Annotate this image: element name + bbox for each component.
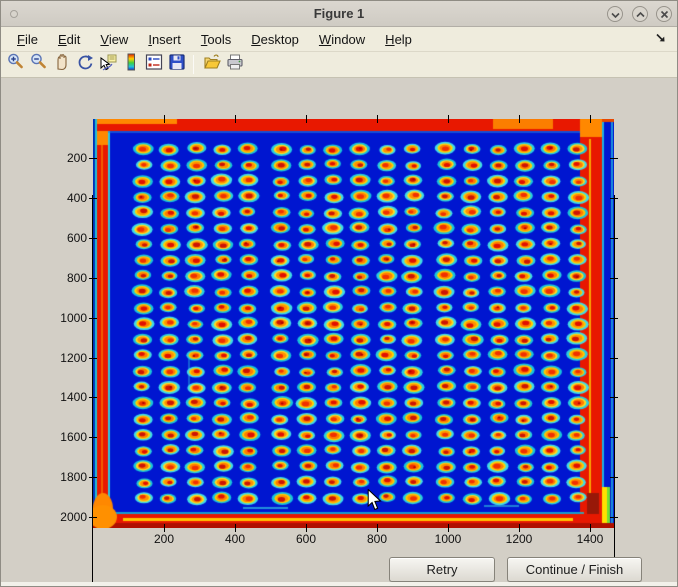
- x-tick-label: 1000: [424, 532, 472, 546]
- y-tick-label: 1000: [35, 310, 87, 326]
- y-tick-mark: [89, 278, 97, 279]
- y-tick-label: 200: [35, 150, 87, 166]
- insert-colorbar-button[interactable]: [119, 53, 142, 76]
- print-figure-icon: [225, 52, 245, 77]
- pan-button[interactable]: [50, 53, 73, 76]
- dock-figure-icon[interactable]: [656, 32, 667, 43]
- y-tick-mark: [89, 158, 97, 159]
- x-tick-label: 800: [353, 532, 401, 546]
- y-tick-mark-right: [610, 477, 618, 478]
- save-figure-icon: [167, 52, 187, 77]
- y-tick-label: 400: [35, 190, 87, 206]
- x-tick-label: 1400: [566, 532, 614, 546]
- figure-window: Figure 1 FileEditViewInsertToolsDesktopW…: [0, 0, 678, 587]
- y-tick-mark: [89, 358, 97, 359]
- pan-icon: [52, 52, 72, 77]
- y-tick-label: 800: [35, 270, 87, 286]
- open-file-icon: [202, 52, 222, 77]
- x-tick-mark-top: [306, 115, 307, 123]
- menu-tools[interactable]: Tools: [191, 29, 241, 50]
- x-tick-mark-top: [590, 115, 591, 123]
- y-tick-label: 1200: [35, 350, 87, 366]
- menubar: FileEditViewInsertToolsDesktopWindowHelp: [1, 27, 677, 51]
- x-tick-mark: [377, 524, 378, 532]
- y-tick-mark-right: [610, 517, 618, 518]
- y-tick-mark-right: [610, 397, 618, 398]
- retry-button-label: Retry: [426, 562, 457, 577]
- x-tick-label: 600: [282, 532, 330, 546]
- x-tick-mark: [164, 524, 165, 532]
- y-tick-mark-right: [610, 318, 618, 319]
- y-tick-mark: [89, 477, 97, 478]
- window-title: Figure 1: [1, 6, 677, 21]
- insert-legend-icon: [144, 52, 164, 77]
- x-tick-mark: [306, 524, 307, 532]
- retry-button[interactable]: Retry: [389, 557, 495, 582]
- continue-finish-button[interactable]: Continue / Finish: [507, 557, 642, 582]
- heatmap-image: [93, 119, 614, 528]
- chevron-down-icon: [608, 7, 622, 22]
- menu-insert[interactable]: Insert: [138, 29, 191, 50]
- y-tick-mark: [89, 318, 97, 319]
- y-tick-label: 2000: [35, 509, 87, 525]
- y-tick-mark: [89, 397, 97, 398]
- y-tick-mark: [89, 437, 97, 438]
- titlebar[interactable]: Figure 1: [1, 1, 677, 27]
- y-tick-mark: [89, 238, 97, 239]
- y-tick-mark-right: [610, 238, 618, 239]
- x-tick-mark: [519, 524, 520, 532]
- maximize-button[interactable]: [632, 6, 648, 22]
- close-button[interactable]: [656, 6, 672, 22]
- rotate-3d-icon: [75, 52, 95, 77]
- chevron-up-icon: [633, 7, 647, 22]
- menu-file[interactable]: File: [7, 29, 48, 50]
- y-tick-mark-right: [610, 358, 618, 359]
- x-tick-mark: [448, 524, 449, 532]
- zoom-in-button[interactable]: [4, 53, 27, 76]
- y-tick-mark-right: [610, 278, 618, 279]
- zoom-out-icon: [29, 52, 49, 77]
- menu-edit[interactable]: Edit: [48, 29, 90, 50]
- x-tick-mark-top: [377, 115, 378, 123]
- y-tick-label: 1800: [35, 469, 87, 485]
- y-tick-label: 1400: [35, 389, 87, 405]
- open-file-button[interactable]: [200, 53, 223, 76]
- zoom-in-icon: [6, 52, 26, 77]
- zoom-out-button[interactable]: [27, 53, 50, 76]
- x-tick-mark-top: [448, 115, 449, 123]
- y-tick-label: 600: [35, 230, 87, 246]
- save-figure-button[interactable]: [165, 53, 188, 76]
- insert-colorbar-icon: [121, 52, 141, 77]
- x-icon: [657, 7, 671, 22]
- y-tick-mark-right: [610, 198, 618, 199]
- x-tick-mark: [590, 524, 591, 532]
- x-tick-label: 400: [211, 532, 259, 546]
- print-figure-button[interactable]: [223, 53, 246, 76]
- menu-help[interactable]: Help: [375, 29, 422, 50]
- menu-view[interactable]: View: [90, 29, 138, 50]
- menu-window[interactable]: Window: [309, 29, 375, 50]
- continue-finish-button-label: Continue / Finish: [526, 562, 624, 577]
- x-tick-mark: [235, 524, 236, 532]
- data-cursor-icon: [98, 52, 118, 77]
- data-cursor-button[interactable]: [96, 53, 119, 76]
- insert-legend-button[interactable]: [142, 53, 165, 76]
- figure-toolbar: [1, 51, 677, 78]
- x-tick-label: 200: [140, 532, 188, 546]
- x-tick-mark-top: [519, 115, 520, 123]
- x-tick-label: 1200: [495, 532, 543, 546]
- toolbar-separator: [193, 55, 194, 74]
- minimize-button[interactable]: [607, 6, 623, 22]
- y-tick-mark: [89, 517, 97, 518]
- y-tick-label: 1600: [35, 429, 87, 445]
- menu-desktop[interactable]: Desktop: [241, 29, 309, 50]
- x-tick-mark-top: [235, 115, 236, 123]
- y-tick-mark-right: [610, 158, 618, 159]
- rotate-3d-button[interactable]: [73, 53, 96, 76]
- y-tick-mark-right: [610, 437, 618, 438]
- x-tick-mark-top: [164, 115, 165, 123]
- window-bottom-edge: [1, 582, 678, 587]
- y-tick-mark: [89, 198, 97, 199]
